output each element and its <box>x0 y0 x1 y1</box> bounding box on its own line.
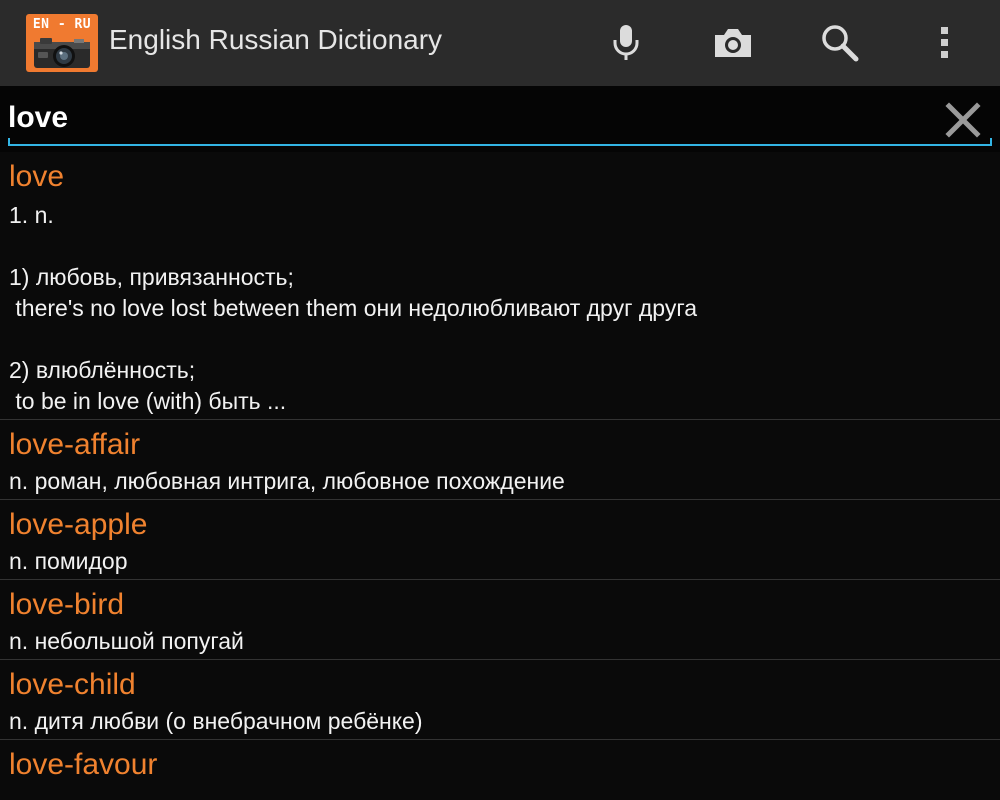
app-logo-label: EN - RU <box>32 17 92 32</box>
list-item[interactable]: love-affair n. роман, любовная интрига, … <box>0 420 1000 500</box>
entry-definition: n. дитя любви (о внебрачном ребёнке) <box>9 708 423 734</box>
entry-definition: n. роман, любовная интрига, любовное пох… <box>9 468 565 494</box>
camera-button[interactable] <box>703 13 763 73</box>
list-item[interactable]: love-favour <box>0 740 1000 800</box>
list-item[interactable]: love-bird n. небольшой попугай <box>0 580 1000 660</box>
search-bar <box>0 86 1000 152</box>
app-title: English Russian Dictionary <box>109 24 443 55</box>
list-item[interactable]: love-child n. дитя любви (о внебрачном р… <box>0 660 1000 740</box>
search-icon <box>822 25 859 62</box>
mic-icon <box>613 25 639 60</box>
entry-definition: 1. n. 1) любовь, привязанность; there's … <box>9 202 697 414</box>
app-window: EN - RU English Russian Dictionary love … <box>0 0 1000 800</box>
camera-logo-graphic <box>34 38 90 68</box>
entry-word: love-favour <box>9 748 158 781</box>
entry-word: love-affair <box>9 428 141 461</box>
entry-definition: n. помидор <box>9 548 128 574</box>
search-input[interactable] <box>8 98 908 138</box>
overflow-menu-button[interactable] <box>915 13 975 73</box>
overflow-menu-icon <box>941 27 948 58</box>
search-button[interactable] <box>810 13 870 73</box>
app-logo-icon[interactable]: EN - RU <box>26 14 98 72</box>
entry-word: love <box>9 160 65 193</box>
results-list[interactable]: love 1. n. 1) любовь, привязанность; the… <box>0 152 1000 800</box>
entry-definition <box>9 782 991 786</box>
clear-search-button[interactable] <box>940 100 986 140</box>
list-item[interactable]: love 1. n. 1) любовь, привязанность; the… <box>0 152 1000 420</box>
entry-word: love-apple <box>9 508 148 541</box>
close-icon <box>945 102 981 138</box>
entry-word: love-bird <box>9 588 125 621</box>
list-item[interactable]: love-apple n. помидор <box>0 500 1000 580</box>
camera-icon <box>715 29 751 57</box>
search-underline <box>8 138 992 146</box>
entry-word: love-child <box>9 668 136 701</box>
voice-search-button[interactable] <box>596 13 656 73</box>
entry-definition: n. небольшой попугай <box>9 628 244 654</box>
action-bar: EN - RU English Russian Dictionary <box>0 0 1000 86</box>
